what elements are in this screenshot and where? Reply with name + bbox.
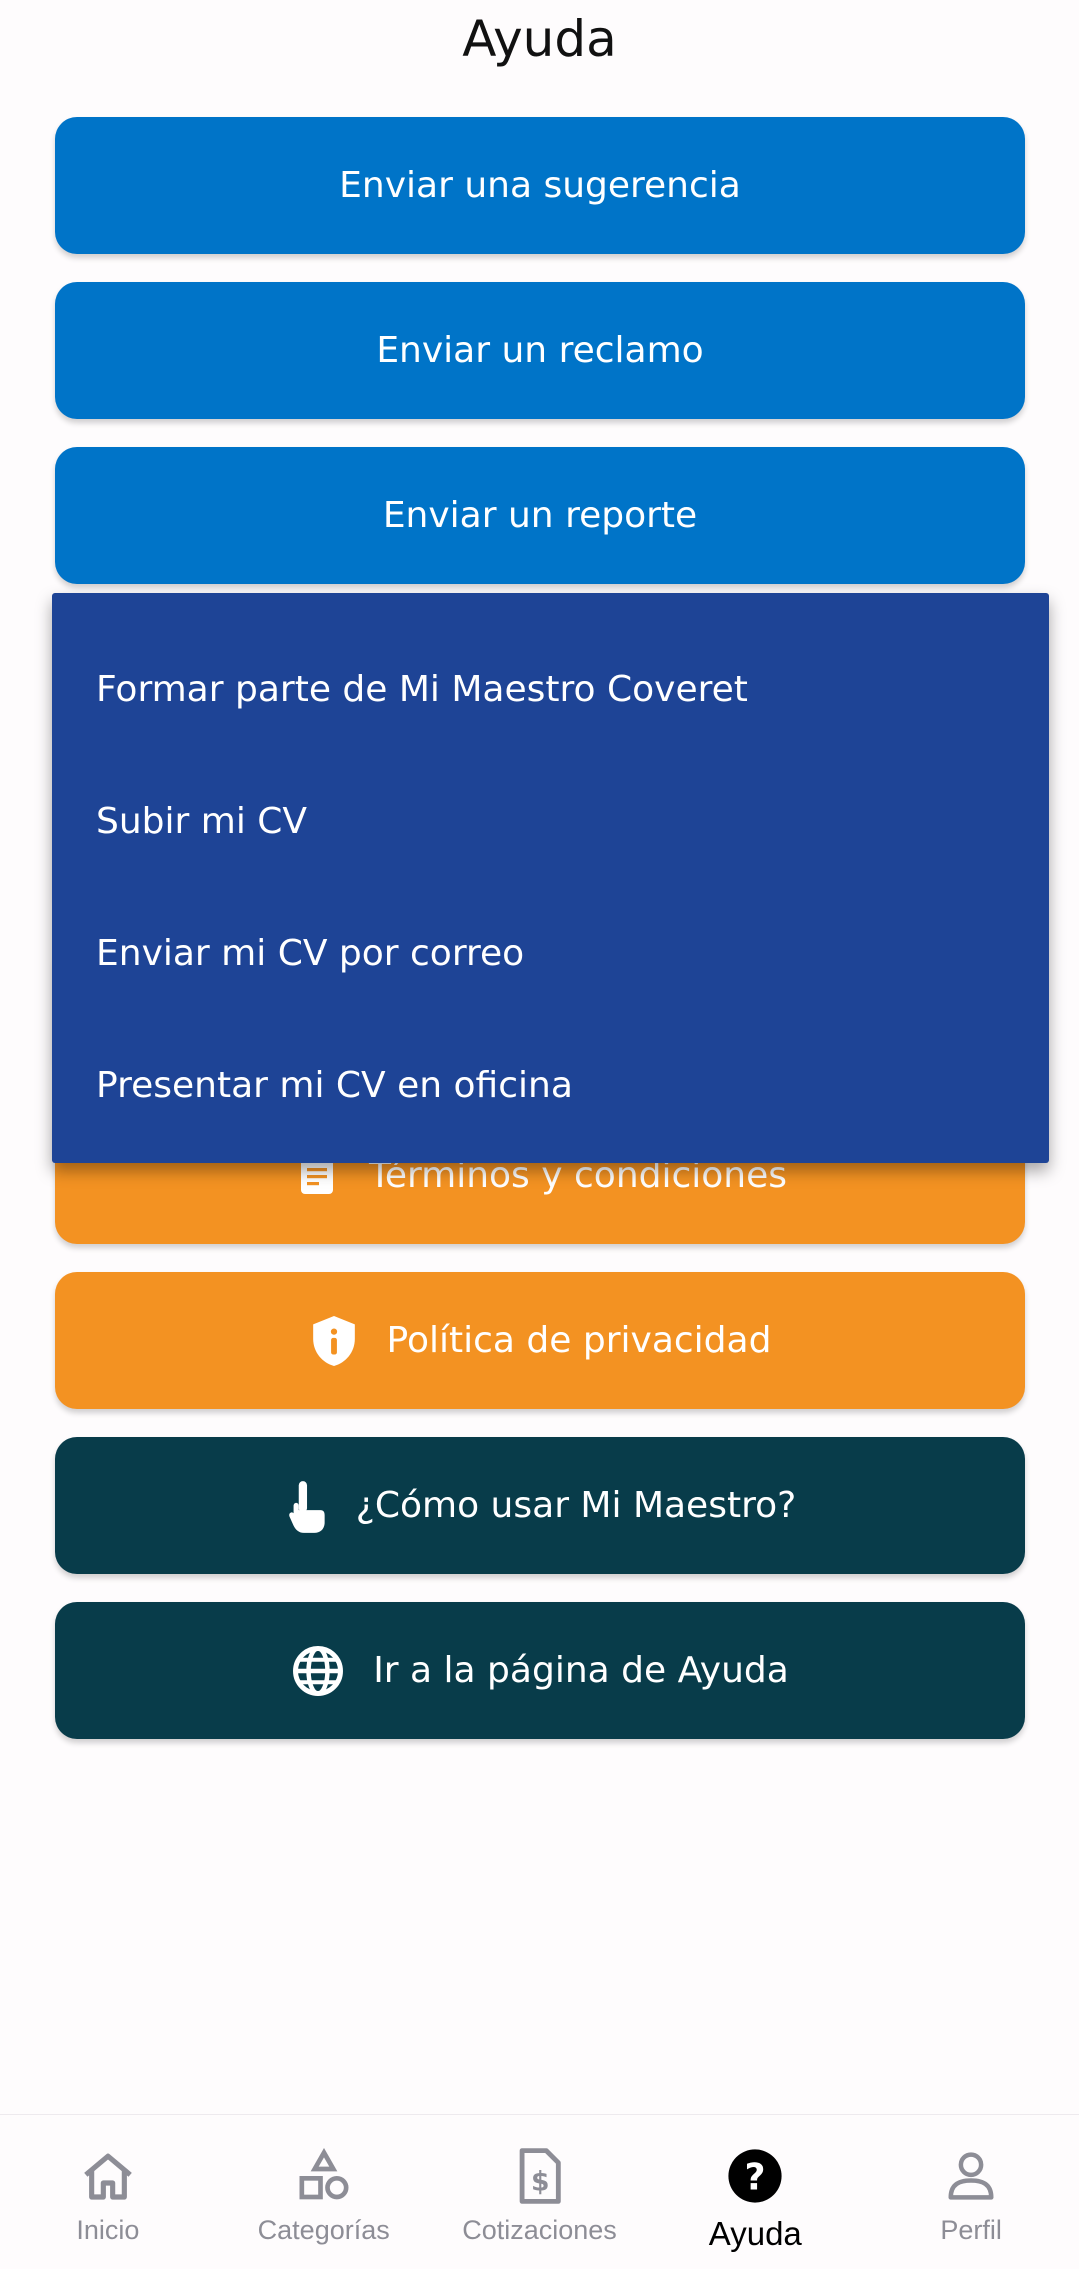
bottom-navigation: Inicio Categorías $ Cotizaciones ? Ayuda…: [0, 2114, 1079, 2269]
how-to-use-label: ¿Cómo usar Mi Maestro?: [355, 1485, 797, 1526]
nav-item-cotizaciones[interactable]: $ Cotizaciones: [432, 2115, 648, 2269]
send-complaint-label: Enviar un reclamo: [376, 330, 704, 371]
how-to-use-button[interactable]: ¿Cómo usar Mi Maestro?: [55, 1437, 1025, 1574]
menu-item-label: Subir mi CV: [96, 800, 308, 842]
nav-label: Perfil: [940, 2215, 1002, 2245]
nav-label: Categorías: [257, 2215, 390, 2245]
shapes-icon: [296, 2145, 352, 2207]
help-page-label: Ir a la página de Ayuda: [373, 1650, 789, 1691]
privacy-label: Política de privacidad: [386, 1320, 772, 1361]
menu-item-label: Presentar mi CV en oficina: [96, 1064, 573, 1106]
menu-item-office-cv[interactable]: Presentar mi CV en oficina: [52, 1019, 1049, 1151]
svg-text:?: ?: [745, 2155, 766, 2198]
menu-item-upload-cv[interactable]: Subir mi CV: [52, 755, 1049, 887]
help-page-button[interactable]: Ir a la página de Ayuda: [55, 1602, 1025, 1739]
menu-item-label: Enviar mi CV por correo: [96, 932, 525, 974]
send-suggestion-button[interactable]: Enviar una sugerencia: [55, 117, 1025, 254]
privacy-button[interactable]: Política de privacidad: [55, 1272, 1025, 1409]
nav-item-ayuda[interactable]: ? Ayuda: [647, 2115, 863, 2269]
nav-item-perfil[interactable]: Perfil: [863, 2115, 1079, 2269]
nav-label: Cotizaciones: [462, 2215, 617, 2245]
page-title: Ayuda: [462, 10, 617, 68]
help-circle-icon: ?: [726, 2145, 784, 2207]
document-dollar-icon: $: [514, 2145, 564, 2207]
nav-label: Ayuda: [708, 2215, 802, 2252]
work-with-us-menu: Formar parte de Mi Maestro Coveret Subir…: [52, 593, 1049, 1163]
send-report-label: Enviar un reporte: [382, 495, 698, 536]
menu-item-email-cv[interactable]: Enviar mi CV por correo: [52, 887, 1049, 1019]
shield-info-icon: [309, 1313, 359, 1369]
help-screen: Ayuda Enviar una sugerencia Enviar un re…: [0, 0, 1079, 2269]
menu-item-label: Formar parte de Mi Maestro Coveret: [96, 668, 748, 710]
touch-icon: [284, 1477, 328, 1535]
send-report-button[interactable]: Enviar un reporte: [55, 447, 1025, 584]
person-icon: [944, 2145, 998, 2207]
home-icon: [80, 2145, 136, 2207]
nav-item-categorias[interactable]: Categorías: [216, 2115, 432, 2269]
svg-text:$: $: [531, 2167, 550, 2198]
send-complaint-button[interactable]: Enviar un reclamo: [55, 282, 1025, 419]
menu-item-join[interactable]: Formar parte de Mi Maestro Coveret: [52, 623, 1049, 755]
globe-icon: [291, 1644, 345, 1698]
nav-item-inicio[interactable]: Inicio: [0, 2115, 216, 2269]
nav-label: Inicio: [76, 2215, 140, 2245]
send-suggestion-label: Enviar una sugerencia: [339, 165, 741, 206]
